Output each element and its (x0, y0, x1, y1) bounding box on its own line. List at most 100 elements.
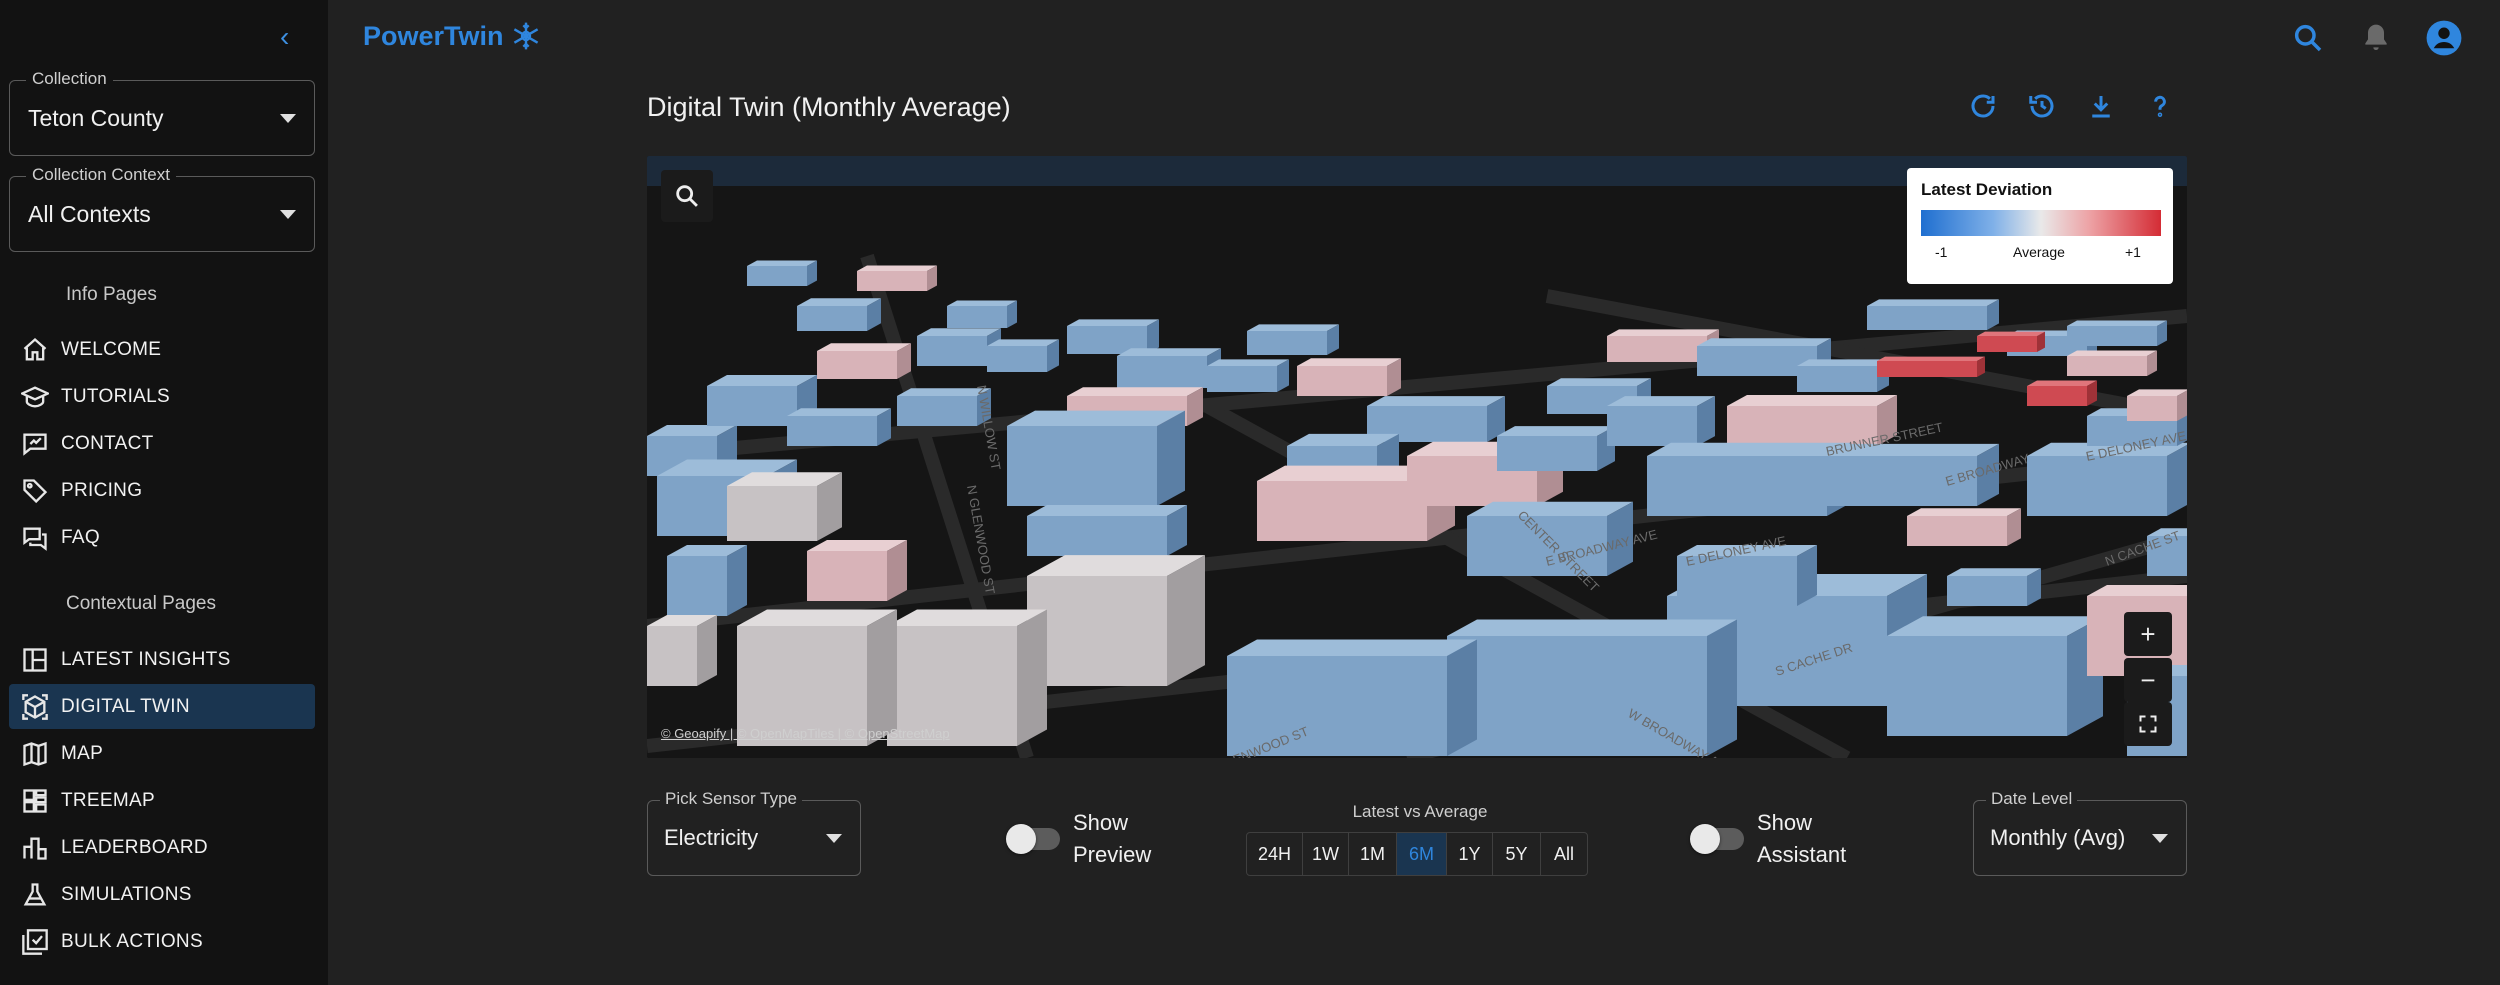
building (2067, 320, 2167, 326)
building (1867, 299, 1999, 306)
treemap-icon (9, 778, 61, 823)
building (1647, 442, 1851, 456)
sidebar-item-pricing[interactable]: PRICING (9, 468, 315, 513)
building (647, 626, 697, 686)
leaderboard-icon (9, 825, 61, 870)
building (1607, 396, 1715, 406)
sensor-type-select[interactable]: Pick Sensor Type Electricity (647, 789, 861, 876)
map-attribution[interactable]: © Geoapify | © OpenMapTiles | © OpenStre… (661, 726, 950, 741)
sidebar-item-map[interactable]: MAP (9, 731, 315, 776)
show-preview-label-line2: Preview (1073, 842, 1152, 867)
show-assistant-toggle[interactable] (1690, 824, 1744, 854)
app-logo[interactable]: PowerTwin (363, 20, 542, 52)
building (1877, 361, 1977, 377)
collection-select-value: Teton County (28, 105, 164, 131)
legend-color-scale (1921, 210, 2161, 236)
building (1017, 609, 1047, 746)
sidebar-item-leaderboard[interactable]: LEADERBOARD (9, 825, 315, 870)
building (897, 396, 977, 426)
building (787, 408, 891, 416)
history-icon[interactable] (2024, 88, 2059, 123)
map-search-button[interactable] (661, 170, 713, 222)
info-pages-heading: Info Pages (66, 284, 157, 305)
search-icon[interactable] (2288, 18, 2328, 58)
collapse-sidebar-button[interactable]: ‹ (280, 22, 304, 52)
chevron-down-icon (826, 834, 842, 843)
building (1297, 358, 1401, 366)
brand-name: PowerTwin (363, 20, 504, 51)
range-all-button[interactable]: All (1541, 833, 1587, 875)
sidebar-item-label: CONTACT (61, 432, 154, 454)
collection-select-label: Collection (26, 69, 113, 89)
contextual-pages-heading: Contextual Pages (66, 593, 216, 614)
sidebar-item-faq[interactable]: FAQ (9, 515, 315, 560)
building (1647, 456, 1827, 516)
building (1467, 501, 1633, 516)
sidebar-item-label: PRICING (61, 479, 143, 501)
account-avatar-icon[interactable] (2424, 18, 2464, 58)
building (947, 306, 1007, 328)
building (1497, 426, 1615, 436)
twin-toolbar (1965, 88, 2177, 123)
range-6m-button[interactable]: 6M (1397, 833, 1447, 875)
sidebar-item-digital-twin[interactable]: DIGITAL TWIN (9, 684, 315, 729)
sidebar-item-label: BULK ACTIONS (61, 930, 203, 952)
sidebar-item-treemap[interactable]: TREEMAP (9, 778, 315, 823)
building (1247, 324, 1339, 331)
sidebar-item-simulations[interactable]: SIMULATIONS (9, 872, 315, 917)
range-1m-button[interactable]: 1M (1349, 833, 1397, 875)
sidebar-item-bulk-actions[interactable]: BULK ACTIONS (9, 919, 315, 964)
show-preview-toggle[interactable] (1006, 824, 1060, 854)
building (1697, 338, 1831, 346)
building (1947, 568, 2041, 576)
show-assistant-label-line1: Show (1757, 810, 1813, 835)
toggle-knob (1690, 824, 1720, 854)
fullscreen-button[interactable] (2124, 702, 2172, 746)
sidebar-item-tutorials[interactable]: TUTORIALS (9, 374, 315, 419)
building (1447, 639, 1477, 756)
zoom-in-button[interactable]: + (2124, 612, 2172, 656)
building (1067, 387, 1203, 396)
building (727, 486, 817, 541)
collection-select[interactable]: Collection Teton County (9, 69, 315, 156)
range-caption: Latest vs Average (1352, 802, 1488, 821)
building (2027, 380, 2097, 386)
building (817, 343, 911, 351)
sidebar-item-label: TUTORIALS (61, 385, 170, 407)
building (787, 416, 877, 446)
building (2027, 386, 2087, 406)
legend-mid-label: Average (2013, 244, 2065, 260)
range-1w-button[interactable]: 1W (1303, 833, 1349, 875)
building (1027, 516, 1167, 556)
building (1547, 378, 1651, 386)
sidebar-item-welcome[interactable]: WELCOME (9, 327, 315, 372)
building (1707, 619, 1737, 756)
snowflake-logo-icon (513, 22, 538, 50)
range-1y-button[interactable]: 1Y (1447, 833, 1493, 875)
range-5y-button[interactable]: 5Y (1493, 833, 1541, 875)
tag-icon (9, 468, 61, 513)
refresh-icon[interactable] (1965, 88, 2000, 123)
building (1977, 331, 2045, 336)
date-level-select[interactable]: Date Level Monthly (Avg) (1973, 789, 2187, 876)
header-actions (2288, 18, 2464, 58)
building (1727, 395, 1897, 406)
building (1877, 356, 1985, 361)
building (2027, 456, 2167, 516)
collection-context-select[interactable]: Collection Context All Contexts (9, 165, 315, 252)
building (1887, 636, 2067, 736)
help-icon[interactable] (2142, 88, 2177, 123)
notifications-bell-icon[interactable] (2356, 18, 2396, 58)
sidebar-item-latest-insights[interactable]: LATEST INSIGHTS (9, 637, 315, 682)
legend-title: Latest Deviation (1921, 180, 2053, 199)
sidebar-item-label: MAP (61, 742, 104, 764)
building (1247, 331, 1327, 355)
school-icon (9, 374, 61, 419)
zoom-out-button[interactable]: − (2124, 658, 2172, 702)
deviation-legend: Latest Deviation -1 Average +1 (1907, 168, 2173, 284)
digital-twin-map[interactable]: N GLENWOOD STN GLENWOOD STW BROADWAY AVE… (647, 156, 2187, 758)
sidebar-item-contact[interactable]: CONTACT (9, 421, 315, 466)
building (1367, 396, 1505, 406)
range-24h-button[interactable]: 24H (1247, 833, 1303, 875)
download-icon[interactable] (2083, 88, 2118, 123)
